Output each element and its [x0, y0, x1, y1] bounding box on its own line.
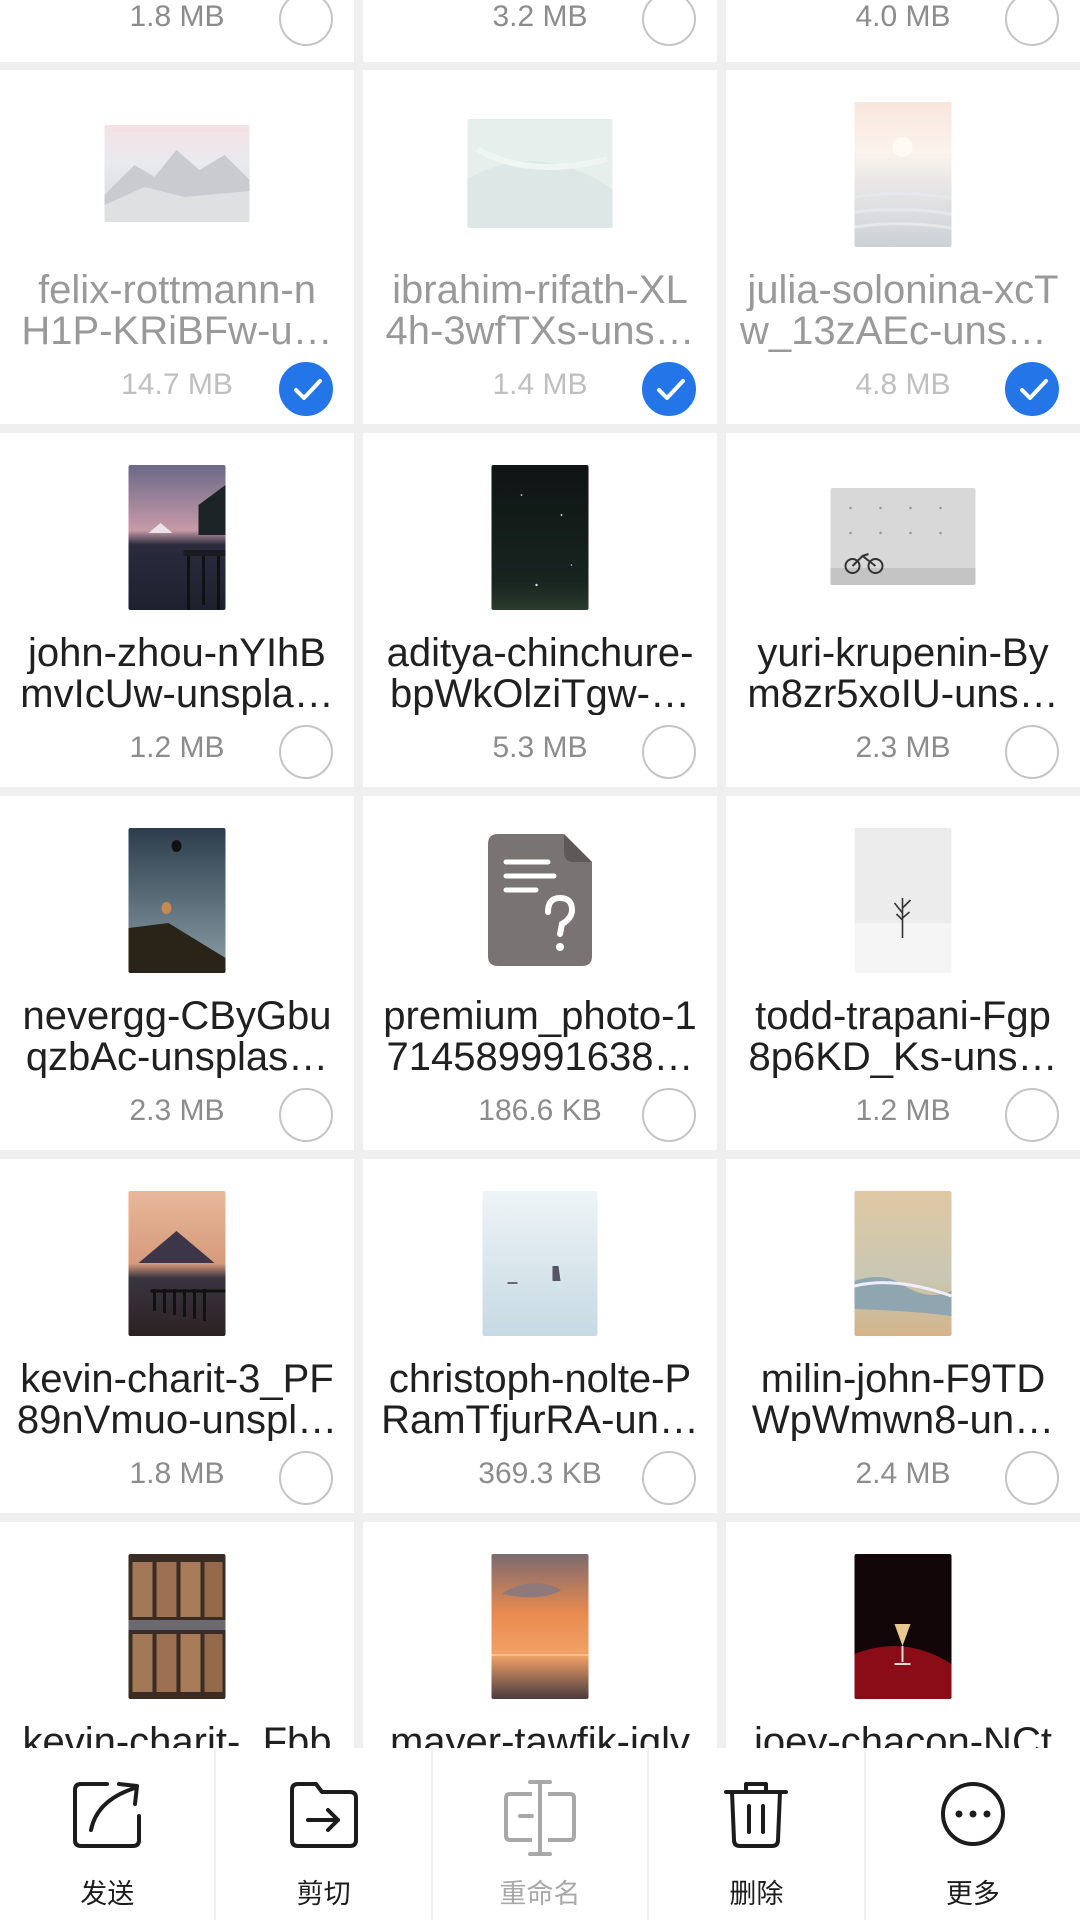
more-icon — [940, 1782, 1005, 1846]
select-checkbox[interactable] — [279, 725, 333, 779]
file-name: yuri-krupenin-By m8zr5xoIU-uns… — [747, 633, 1059, 715]
rename-icon — [504, 1780, 577, 1856]
select-checkbox[interactable] — [1005, 362, 1059, 416]
file-tile[interactable]: mayer-tawfik-iqlv — [363, 1522, 717, 1748]
file-tile[interactable]: premium_photo-1 714589991638… 186.6 KB — [363, 796, 717, 1150]
bottom-toolbar: 发送 剪切 重命名 删除 更多 — [0, 1748, 1080, 1920]
select-checkbox[interactable] — [279, 0, 333, 46]
rename-label: 重命名 — [499, 1879, 581, 1910]
file-tile[interactable]: kevin-charit-3_PF 89nVmuo-unspl… 1.8 MB — [0, 1159, 354, 1513]
image-thumbnail — [491, 465, 589, 610]
file-name: premium_photo-1 714589991638… — [383, 996, 697, 1078]
file-name: kevin-charit-3_PF 89nVmuo-unspl… — [16, 1359, 338, 1441]
cut-button[interactable]: 剪切 — [214, 1748, 430, 1920]
file-name: todd-trapani-Fgp 8p6KD_Ks-uns… — [748, 996, 1058, 1078]
send-label: 发送 — [80, 1879, 135, 1910]
select-checkbox[interactable] — [1005, 0, 1059, 46]
select-checkbox[interactable] — [642, 1088, 696, 1142]
image-thumbnail — [491, 1554, 589, 1699]
file-tile[interactable]: john-zhou-nYIhB mvIcUw-unspla… 1.2 MB — [0, 433, 354, 787]
image-thumbnail — [854, 102, 952, 247]
select-checkbox[interactable] — [1005, 1451, 1059, 1505]
select-checkbox[interactable] — [279, 362, 333, 416]
select-checkbox[interactable] — [642, 0, 696, 46]
select-checkbox[interactable] — [642, 725, 696, 779]
file-name: kevin-charit-_Fbb — [22, 1722, 332, 1748]
file-name: felix-rottmann-n H1P-KRiBFw-u… — [21, 270, 333, 352]
file-name: john-zhou-nYIhB mvIcUw-unspla… — [20, 633, 334, 715]
image-thumbnail — [128, 1191, 226, 1336]
image-thumbnail — [104, 125, 250, 222]
unknown-file-icon — [488, 834, 592, 966]
file-tile[interactable]: christoph-nolte-P RamTfjurRA-un… 369.3 KB — [363, 1159, 717, 1513]
image-thumbnail — [830, 488, 976, 585]
file-name: christoph-nolte-P RamTfjurRA-un… — [381, 1359, 699, 1441]
file-tile[interactable]: milin-john-F9TD WpWmwn8-un… 2.4 MB — [726, 1159, 1080, 1513]
share-icon — [73, 1782, 142, 1848]
file-tile[interactable]: felix-rottmann-n H1P-KRiBFw-u… 14.7 MB — [0, 70, 354, 424]
move-folder-icon — [289, 1782, 358, 1848]
file-name: nevergg-CByGbu qzbAc-unsplas… — [22, 996, 332, 1078]
file-tile[interactable]: todd-trapani-Fgp 8p6KD_Ks-uns… 1.2 MB — [726, 796, 1080, 1150]
more-label: 更多 — [945, 1879, 1000, 1910]
file-name: joey-chacon-NCt — [754, 1722, 1052, 1748]
image-thumbnail — [854, 828, 952, 973]
delete-label: 删除 — [729, 1879, 784, 1910]
send-button[interactable]: 发送 — [0, 1748, 214, 1920]
delete-button[interactable]: 删除 — [647, 1748, 863, 1920]
image-thumbnail — [128, 465, 226, 610]
cut-label: 剪切 — [296, 1879, 351, 1910]
image-thumbnail — [128, 828, 226, 973]
image-thumbnail — [128, 1554, 226, 1699]
file-name: mayer-tawfik-iqlv — [389, 1722, 691, 1748]
file-name: milin-john-F9TD WpWmwn8-un… — [751, 1359, 1055, 1441]
file-tile[interactable]: nevergg-CByGbu qzbAc-unsplas… 2.3 MB — [0, 796, 354, 1150]
select-checkbox[interactable] — [642, 362, 696, 416]
image-thumbnail — [482, 1191, 598, 1336]
file-tile[interactable]: ibrahim-rifath-XL 4h-3wfTXs-uns… 1.4 MB — [363, 70, 717, 424]
file-tile[interactable]: aditya-chinchure-bpWkOlziTgw-… 5.3 MB — [363, 433, 717, 787]
file-tile[interactable]: yuri-krupenin-By m8zr5xoIU-uns… 2.3 MB — [726, 433, 1080, 787]
select-checkbox[interactable] — [1005, 1088, 1059, 1142]
file-tile[interactable]: joey-chacon-NCt — [726, 1522, 1080, 1748]
select-checkbox[interactable] — [1005, 725, 1059, 779]
file-tile[interactable]: kevin-charit-_Fbb — [0, 1522, 354, 1748]
image-thumbnail — [854, 1554, 952, 1699]
image-thumbnail — [854, 1191, 952, 1336]
file-tile[interactable]: 4.0 MB — [726, 0, 1080, 62]
more-button[interactable]: 更多 — [863, 1748, 1080, 1920]
file-name: julia-solonina-xcT w_13zAEc-unsp… — [740, 270, 1066, 352]
select-checkbox[interactable] — [279, 1451, 333, 1505]
file-grid: 1.8 MB 3.2 MB 4.0 MB felix-rottmann-n H1P… — [0, 0, 1080, 1748]
select-checkbox[interactable] — [642, 1451, 696, 1505]
file-tile[interactable]: julia-solonina-xcT w_13zAEc-unsp… 4.8 MB — [726, 70, 1080, 424]
select-checkbox[interactable] — [279, 1088, 333, 1142]
image-thumbnail — [467, 119, 613, 228]
file-name: aditya-chinchure-bpWkOlziTgw-… — [386, 633, 694, 715]
file-name: ibrahim-rifath-XL 4h-3wfTXs-uns… — [385, 270, 695, 352]
file-tile[interactable]: 1.8 MB — [0, 0, 354, 62]
file-tile[interactable]: 3.2 MB — [363, 0, 717, 62]
rename-button[interactable]: 重命名 — [430, 1748, 647, 1920]
trash-icon — [724, 1782, 789, 1848]
